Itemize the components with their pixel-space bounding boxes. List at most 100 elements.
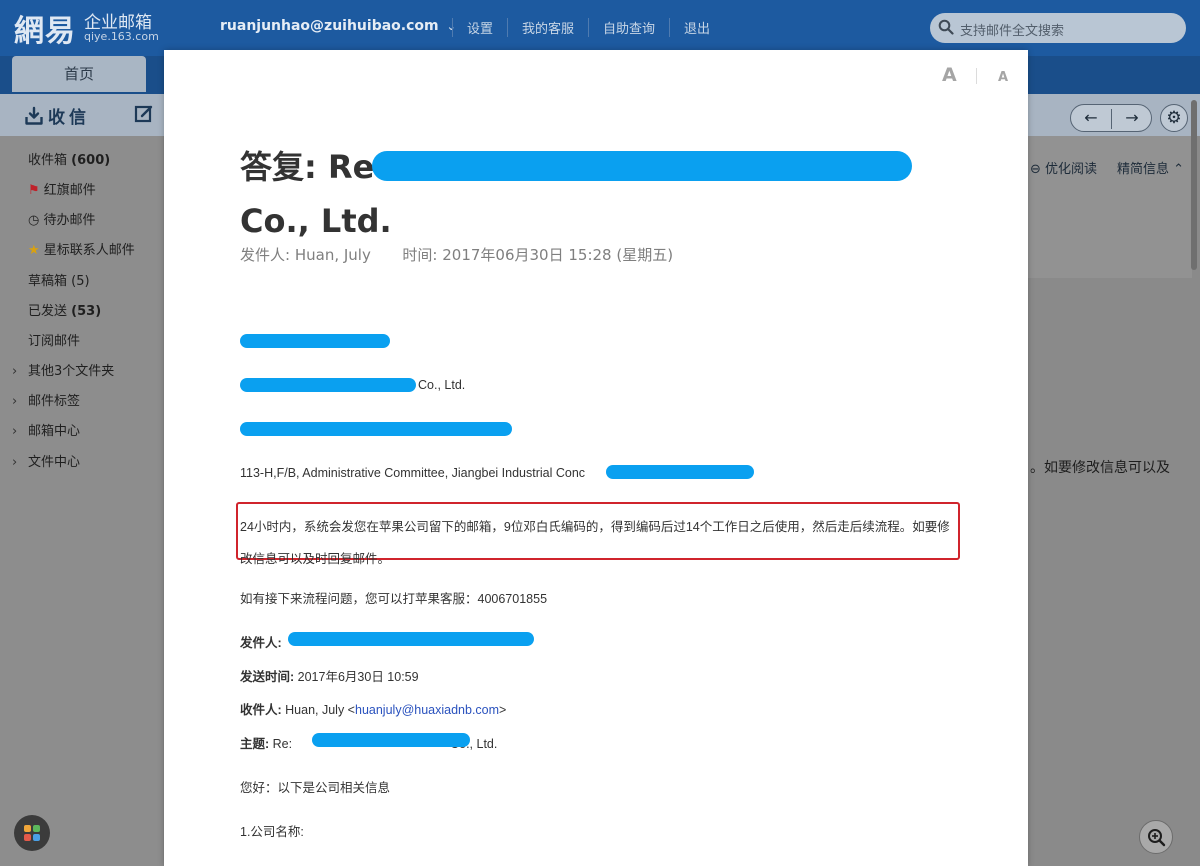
starred-label: 星标联系人邮件 <box>43 243 135 258</box>
search-icon <box>938 19 954 35</box>
font-size-large-button[interactable]: A <box>942 64 957 86</box>
time-label: 时间: <box>402 246 438 264</box>
top-links: 设置 我的客服 自助查询 退出 <box>452 18 724 37</box>
reader-modal: A A 答复: Re: Co., Ltd. 发件人: Huan, July 时间… <box>164 50 1028 866</box>
redaction-mark <box>240 422 512 436</box>
arrow-left-icon[interactable]: ← <box>1071 108 1111 127</box>
chevron-right-icon: › <box>12 394 18 409</box>
account-menu[interactable]: ruanjunhao@zuihuibao.com ⌄ <box>220 18 456 34</box>
tab-home[interactable]: 首页 <box>12 56 146 92</box>
receive-label: 收信 <box>48 108 90 128</box>
subject-label: 主题: <box>240 737 270 751</box>
redaction-mark <box>240 334 390 348</box>
arrow-right-icon[interactable]: → <box>1112 108 1152 127</box>
sidebar-folder-file-center[interactable]: › 文件中心 <box>12 451 80 470</box>
link-self-service[interactable]: 自助查询 <box>588 18 669 37</box>
sender-name[interactable]: Huan, July <box>295 246 371 264</box>
subject-prefix: Re: <box>272 737 293 751</box>
optimize-reading-button[interactable]: ⊖ 优化阅读 <box>1030 158 1097 177</box>
logo-domain: qiye.163.com <box>84 30 159 43</box>
folder-label: 邮件标签 <box>28 394 81 409</box>
sender-label: 发件人: <box>240 246 291 264</box>
redaction-mark <box>312 733 470 747</box>
mail-meta: 发件人: Huan, July 时间: 2017年06月30日 15:28 (星… <box>240 244 673 265</box>
to-close: > <box>499 703 507 717</box>
to-label: 收件人: <box>240 703 282 717</box>
sidebar-item-subscribed[interactable]: 订阅邮件 <box>28 330 80 349</box>
from-label: 发件人: <box>240 636 282 650</box>
chevron-right-icon: › <box>12 424 18 439</box>
company-suffix: Co., Ltd. <box>418 378 466 392</box>
redaction-mark <box>288 632 534 646</box>
top-bar: 網易 企业邮箱 qiye.163.com ruanjunhao@zuihuiba… <box>0 0 1200 56</box>
quoted-sent-time: 发送时间: 2017年6月30日 10:59 <box>240 666 419 685</box>
chevron-right-icon: › <box>12 364 18 379</box>
sent-label: 已发送 <box>28 304 68 319</box>
chevron-right-icon: › <box>12 455 18 470</box>
quoted-to: 收件人: Huan, July <huanjuly@huaxiadnb.com> <box>240 699 506 718</box>
quoted-from: 发件人: <box>240 632 282 651</box>
zoom-in-icon <box>1148 829 1166 847</box>
font-divider <box>976 68 977 84</box>
folder-label: 文件中心 <box>28 455 81 470</box>
search-input[interactable]: 支持邮件全文搜索 <box>930 13 1186 43</box>
search-placeholder: 支持邮件全文搜索 <box>960 24 1065 39</box>
sidebar-folder-mail-center[interactable]: › 邮箱中心 <box>12 420 80 439</box>
clock-icon: ◷ <box>28 213 40 228</box>
link-logout[interactable]: 退出 <box>669 18 724 37</box>
link-support[interactable]: 我的客服 <box>507 18 588 37</box>
flagged-label: 红旗邮件 <box>43 183 96 198</box>
logo[interactable]: 網易 企业邮箱 qiye.163.com <box>14 6 159 50</box>
sent-time-label: 发送时间: <box>240 670 295 684</box>
brief-info-label: 精简信息 <box>1117 162 1170 177</box>
greeting: 您好：以下是公司相关信息 <box>240 781 391 795</box>
account-email: ruanjunhao@zuihuibao.com <box>220 18 439 34</box>
sidebar-item-inbox[interactable]: 收件箱 (600) <box>28 149 110 168</box>
company-name-item: 1.公司名称: <box>240 825 304 839</box>
inbox-label: 收件箱 <box>28 153 68 168</box>
folder-label: 邮箱中心 <box>28 424 81 439</box>
to-email-link[interactable]: huanjuly@huaxiadnb.com <box>355 703 499 717</box>
scrollbar[interactable] <box>1191 100 1197 270</box>
sidebar-folder-tags[interactable]: › 邮件标签 <box>12 390 80 409</box>
link-settings[interactable]: 设置 <box>452 18 507 37</box>
mail-nav-group: ← → <box>1070 104 1152 132</box>
receive-button[interactable]: 收信 <box>24 103 90 128</box>
reading-mode-icon: ⊖ <box>1030 162 1041 177</box>
sidebar-item-sent[interactable]: 已发送 (53) <box>28 300 101 319</box>
inbox-download-icon <box>25 106 43 125</box>
redaction-mark <box>240 378 416 392</box>
compose-button[interactable] <box>134 104 154 128</box>
sidebar-folder-other[interactable]: › 其他3个文件夹 <box>12 360 114 379</box>
optimize-reading-label: 优化阅读 <box>1045 162 1098 177</box>
sidebar-item-todo[interactable]: ◷ 待办邮件 <box>28 209 96 228</box>
subject-line-2: Co., Ltd. <box>240 202 392 240</box>
zoom-button[interactable] <box>1139 820 1173 854</box>
redaction-mark <box>606 465 754 479</box>
sidebar-item-drafts[interactable]: 草稿箱 (5) <box>28 270 90 289</box>
company-address-en: 113-H,F/B, Administrative Committee, Jia… <box>240 466 586 480</box>
highlighted-paragraph: 24小时内，系统会发您在苹果公司留下的邮箱，9位邓白氏编码的，得到编码后过14个… <box>240 520 950 566</box>
compose-icon <box>134 105 153 123</box>
apps-grid-icon <box>24 825 40 841</box>
sent-time-value: 2017年6月30日 10:59 <box>297 670 419 684</box>
time-value: 2017年06月30日 15:28 (星期五) <box>442 246 674 264</box>
gear-icon[interactable]: ⚙ <box>1160 104 1188 132</box>
redaction-mark <box>372 151 912 181</box>
to-name: Huan, July < <box>285 703 355 717</box>
apps-button[interactable] <box>14 815 50 851</box>
red-flag-icon: ⚑ <box>28 183 40 198</box>
sent-count: (53) <box>71 304 102 319</box>
brief-info-button[interactable]: 精简信息 ⌃ <box>1117 158 1184 177</box>
font-size-small-button[interactable]: A <box>998 70 1008 85</box>
star-icon: ★ <box>28 243 40 258</box>
sidebar-item-starred[interactable]: ★ 星标联系人邮件 <box>28 239 135 258</box>
sidebar-item-flagged[interactable]: ⚑ 红旗邮件 <box>28 179 96 198</box>
logo-mark: 網易 <box>14 14 76 49</box>
folder-label: 其他3个文件夹 <box>28 364 115 379</box>
contact-line: 如有接下来流程问题，您可以打苹果客服：4006701855 <box>240 592 548 606</box>
sidebar: 收件箱 (600) ⚑ 红旗邮件 ◷ 待办邮件 ★ 星标联系人邮件 草稿箱 (5… <box>0 136 163 866</box>
todo-label: 待办邮件 <box>43 213 96 228</box>
inbox-count: (600) <box>71 153 111 168</box>
chevron-up-icon: ⌃ <box>1173 162 1185 177</box>
